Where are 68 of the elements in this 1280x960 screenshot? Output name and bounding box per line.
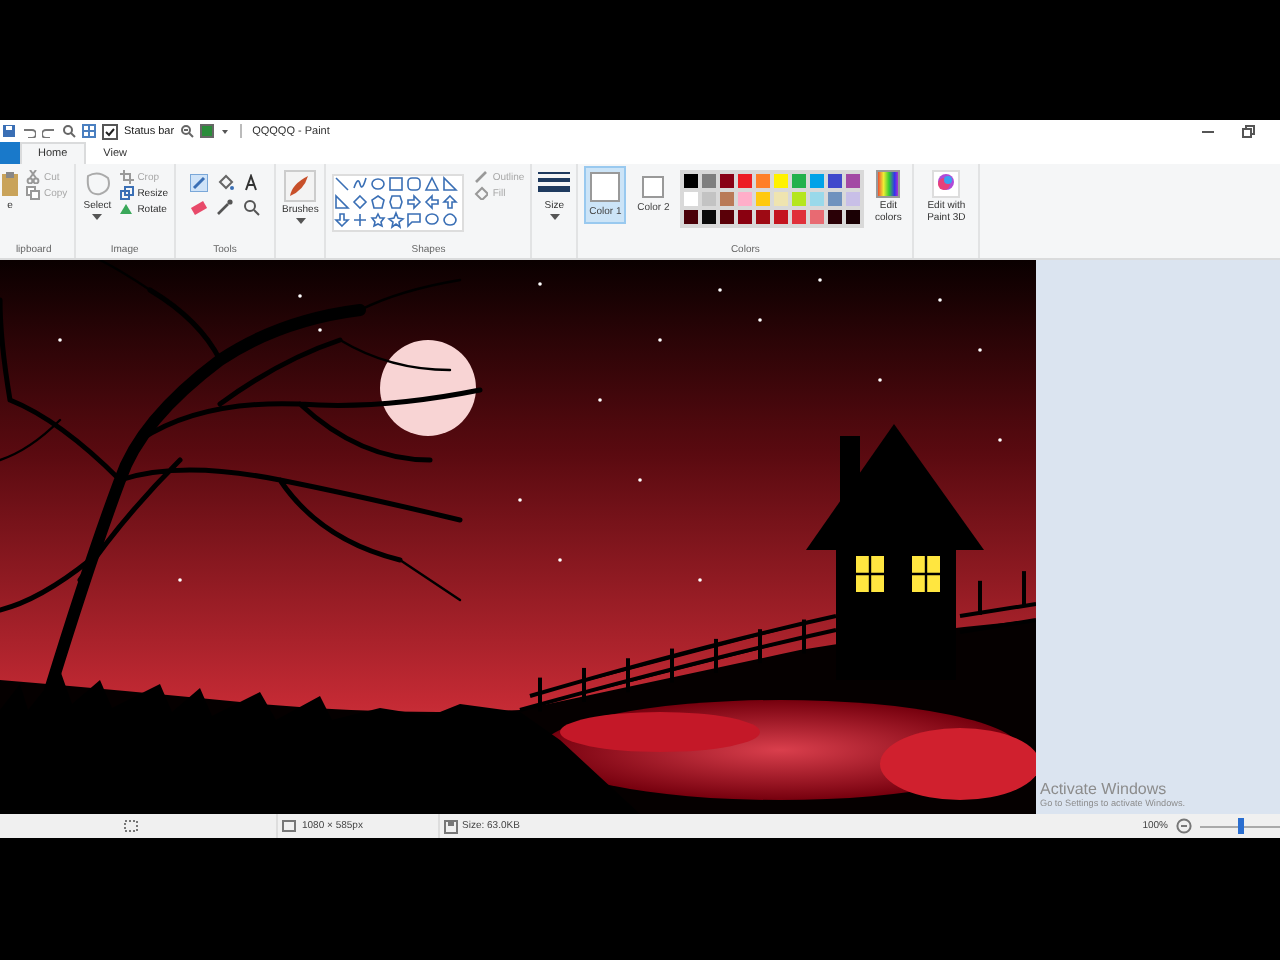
- color-swatch[interactable]: [702, 174, 717, 188]
- zoom-slider-thumb[interactable]: [1238, 817, 1244, 833]
- color-swatch[interactable]: [792, 210, 807, 224]
- outline-brush-icon: [474, 170, 489, 184]
- color-swatch[interactable]: [810, 174, 825, 188]
- text-icon[interactable]: [241, 174, 260, 192]
- picture-icon[interactable]: [200, 124, 215, 138]
- color-swatch[interactable]: [846, 192, 861, 206]
- dropdown-icon[interactable]: [220, 124, 231, 138]
- color-swatch[interactable]: [810, 210, 825, 224]
- color-swatch[interactable]: [684, 174, 699, 188]
- color-swatch[interactable]: [720, 174, 735, 188]
- color-swatch[interactable]: [810, 192, 825, 206]
- line-width-icon: [538, 170, 571, 198]
- color-swatch[interactable]: [702, 192, 717, 206]
- color-picker-icon[interactable]: [215, 198, 234, 216]
- grid-icon[interactable]: [82, 124, 96, 138]
- color-swatch[interactable]: [792, 192, 807, 206]
- lasso-icon: [81, 170, 114, 198]
- redo-icon[interactable]: [42, 124, 56, 138]
- color-swatch[interactable]: [828, 210, 843, 224]
- bucket-icon[interactable]: [215, 174, 234, 192]
- color-swatch[interactable]: [738, 210, 753, 224]
- clipboard-icon: [0, 170, 20, 198]
- color-swatch[interactable]: [738, 192, 753, 206]
- zoom-icon[interactable]: [62, 124, 76, 138]
- caret-icon: [549, 214, 560, 220]
- color-swatch[interactable]: [756, 174, 771, 188]
- color-swatch[interactable]: [828, 192, 843, 206]
- copy-icon: [26, 186, 40, 200]
- restore-icon[interactable]: [1240, 124, 1256, 138]
- color-swatch[interactable]: [720, 192, 735, 206]
- pencil-icon[interactable]: [189, 174, 208, 192]
- color-swatch[interactable]: [720, 210, 735, 224]
- activation-title: Activate Windows: [1040, 780, 1169, 798]
- color-swatch[interactable]: [702, 210, 717, 224]
- color-swatch[interactable]: [684, 210, 699, 224]
- status-bar-checkbox[interactable]: [102, 123, 118, 139]
- color-swatch[interactable]: [684, 192, 699, 206]
- color-spectrum-icon: [876, 170, 901, 198]
- scissors-icon: [26, 170, 40, 184]
- undo-icon[interactable]: [22, 124, 36, 138]
- color-swatch[interactable]: [846, 210, 861, 224]
- color-swatch[interactable]: [792, 174, 807, 188]
- color-swatch[interactable]: [756, 192, 771, 206]
- color-swatch[interactable]: [846, 174, 861, 188]
- paintbrush-icon: [284, 170, 317, 202]
- selection-icon: [124, 819, 140, 833]
- eraser-icon[interactable]: [189, 198, 208, 216]
- rotate-icon: [119, 202, 134, 216]
- caret-icon: [295, 218, 306, 224]
- color-swatch[interactable]: [774, 210, 789, 224]
- paint-3d-icon: [932, 170, 961, 198]
- resize-icon: [119, 186, 134, 200]
- zoom-out-icon[interactable]: [180, 124, 195, 138]
- color-swatch[interactable]: [738, 174, 753, 188]
- color-swatch[interactable]: [756, 210, 771, 224]
- color-swatch[interactable]: [828, 174, 843, 188]
- shapes-gallery[interactable]: [332, 174, 465, 232]
- magnifier-icon[interactable]: [241, 198, 260, 216]
- color-swatch[interactable]: [774, 174, 789, 188]
- crop-icon: [119, 170, 134, 184]
- save-icon[interactable]: [2, 124, 16, 138]
- color-swatch[interactable]: [774, 192, 789, 206]
- canvas-size-icon: [282, 819, 298, 833]
- zoom-out-icon[interactable]: [1176, 818, 1192, 834]
- caret-icon: [92, 214, 103, 220]
- fill-bucket-icon: [474, 186, 489, 200]
